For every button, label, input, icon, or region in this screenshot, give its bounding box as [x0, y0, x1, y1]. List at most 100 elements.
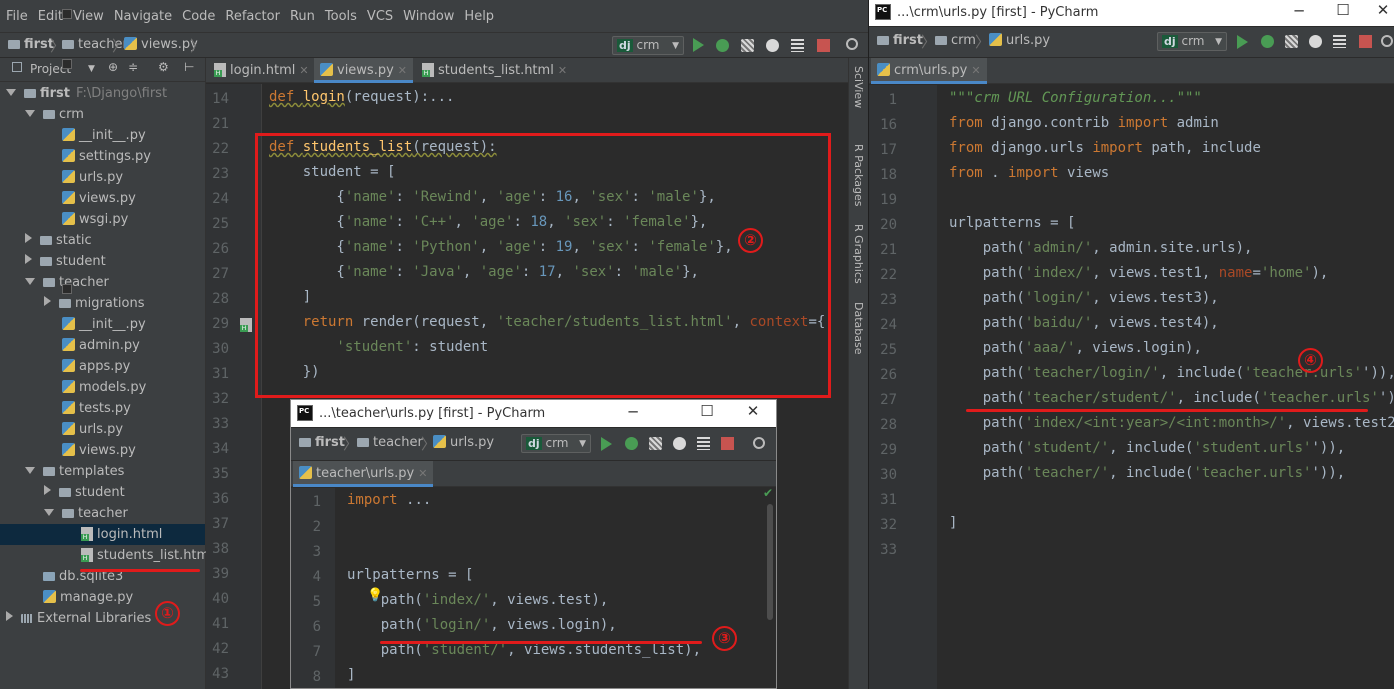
side-tab-r-packages[interactable]: R Packages	[852, 144, 865, 206]
breadcrumb-project[interactable]: first	[877, 33, 923, 48]
hide-icon[interactable]: ⊢	[184, 60, 194, 74]
locate-icon[interactable]: ⊕	[108, 60, 118, 74]
coverage-icon[interactable]	[649, 437, 662, 450]
breadcrumb-file[interactable]: urls.py	[433, 435, 494, 450]
tree-item[interactable]: first F:\Django\first	[0, 83, 205, 104]
code-editor[interactable]: """crm URL Configuration...""" from djang…	[943, 85, 1394, 689]
tab-views-py[interactable]: views.py ✕	[314, 58, 414, 83]
build-icon[interactable]	[697, 437, 710, 450]
expand-open-icon[interactable]	[25, 110, 35, 117]
fold-icon[interactable]	[62, 9, 72, 19]
menu-run[interactable]: Run	[286, 9, 319, 24]
tab-login-html[interactable]: login.html✕	[208, 58, 315, 83]
search-icon[interactable]	[753, 437, 765, 449]
breadcrumb-project[interactable]: first	[299, 435, 345, 450]
maximize-button[interactable]: ☐	[1333, 1, 1353, 19]
expand-open-icon[interactable]	[44, 509, 54, 516]
tree-item[interactable]: admin.py	[0, 335, 205, 356]
tree-item[interactable]: __init__.py	[0, 314, 205, 335]
minimize-button[interactable]: ─	[1289, 2, 1309, 20]
stop-icon[interactable]	[817, 39, 830, 52]
tree-item[interactable]: student	[0, 482, 205, 503]
chevron-down-icon[interactable]: ▼	[88, 64, 95, 74]
lightbulb-icon[interactable]: 💡	[367, 588, 383, 603]
expand-closed-icon[interactable]	[44, 485, 51, 495]
tree-item[interactable]: static	[0, 230, 205, 251]
close-icon[interactable]: ✕	[971, 64, 980, 77]
tree-item[interactable]: urls.py	[0, 419, 205, 440]
coverage-icon[interactable]	[741, 39, 754, 52]
close-button[interactable]: ✕	[743, 402, 763, 420]
tree-item[interactable]: __init__.py	[0, 125, 205, 146]
profile-icon[interactable]	[673, 437, 686, 450]
stop-icon[interactable]	[1359, 35, 1372, 48]
tree-item[interactable]: login.html	[0, 524, 205, 545]
maximize-button[interactable]: ☐	[697, 402, 717, 420]
expand-open-icon[interactable]	[25, 278, 35, 285]
tree-item[interactable]: settings.py	[0, 146, 205, 167]
breadcrumb-folder[interactable]: crm	[935, 33, 976, 48]
expand-closed-icon[interactable]	[25, 254, 32, 264]
html-template-icon[interactable]	[240, 318, 252, 332]
tree-item[interactable]: tests.py	[0, 398, 205, 419]
side-tab-database[interactable]: Database	[852, 302, 865, 355]
collapse-icon[interactable]: ≑	[128, 60, 138, 74]
menu-code[interactable]: Code	[178, 9, 219, 24]
tree-item[interactable]: views.py	[0, 440, 205, 461]
tree-item[interactable]: migrations	[0, 293, 205, 314]
code-editor[interactable]: import ... urlpatterns = [ path('index/',…	[341, 488, 766, 688]
menu-window[interactable]: Window	[399, 9, 458, 24]
close-button[interactable]: ✕	[1373, 1, 1393, 19]
profile-icon[interactable]	[766, 39, 779, 52]
run-icon[interactable]	[693, 38, 704, 52]
minimize-button[interactable]: ─	[623, 403, 643, 421]
search-icon[interactable]	[846, 38, 858, 50]
expand-open-icon[interactable]	[6, 89, 16, 96]
gear-icon[interactable]: ⚙	[158, 60, 169, 74]
tab-teacher-urls[interactable]: teacher\urls.py ✕	[293, 461, 434, 487]
close-icon[interactable]: ✕	[398, 64, 407, 77]
expand-closed-icon[interactable]	[6, 611, 13, 621]
menu-view[interactable]: View	[69, 9, 108, 24]
tree-item[interactable]: urls.py	[0, 167, 205, 188]
expand-closed-icon[interactable]	[25, 233, 32, 243]
close-icon[interactable]: ✕	[299, 64, 308, 77]
breadcrumb-folder[interactable]: teacher	[357, 435, 423, 450]
menu-refactor[interactable]: Refactor	[221, 9, 284, 24]
close-icon[interactable]: ✕	[558, 64, 567, 77]
tree-item[interactable]: apps.py	[0, 356, 205, 377]
search-icon[interactable]	[1381, 35, 1393, 47]
debug-icon[interactable]	[1261, 35, 1274, 48]
breadcrumb-file[interactable]: urls.py	[989, 33, 1050, 48]
tree-item[interactable]: crm	[0, 104, 205, 125]
scrollbar[interactable]	[767, 504, 773, 620]
build-icon[interactable]	[1333, 35, 1346, 48]
run-config-select[interactable]: dj crm ▼	[612, 36, 684, 55]
tab-crm-urls[interactable]: crm\urls.py ✕	[871, 58, 987, 84]
profile-icon[interactable]	[1309, 35, 1322, 48]
tree-item[interactable]: student	[0, 251, 205, 272]
menu-file[interactable]: File	[2, 9, 32, 24]
side-tab-r-graphics[interactable]: R Graphics	[852, 224, 865, 284]
tree-item[interactable]: students_list.html	[0, 545, 213, 566]
tree-item[interactable]: teacher	[0, 503, 205, 524]
breadcrumb-file[interactable]: views.py	[124, 37, 198, 52]
tree-item[interactable]: wsgi.py	[0, 209, 205, 230]
menu-help[interactable]: Help	[460, 9, 498, 24]
expand-open-icon[interactable]	[25, 467, 35, 474]
fold-icon[interactable]	[62, 59, 72, 69]
menu-navigate[interactable]: Navigate	[110, 9, 176, 24]
build-icon[interactable]	[791, 39, 804, 52]
debug-icon[interactable]	[625, 437, 638, 450]
fold-icon[interactable]	[62, 284, 72, 294]
tree-item[interactable]: templates	[0, 461, 205, 482]
run-config-select[interactable]: dj crm ▼	[521, 434, 591, 453]
debug-icon[interactable]	[716, 39, 729, 52]
run-icon[interactable]	[601, 437, 612, 451]
tree-item[interactable]: teacher	[0, 272, 205, 293]
menu-vcs[interactable]: VCS	[363, 9, 397, 24]
tab-students_list-html[interactable]: students_list.html ✕	[416, 58, 573, 83]
tree-item[interactable]: models.py	[0, 377, 205, 398]
coverage-icon[interactable]	[1285, 35, 1298, 48]
expand-closed-icon[interactable]	[44, 296, 51, 306]
